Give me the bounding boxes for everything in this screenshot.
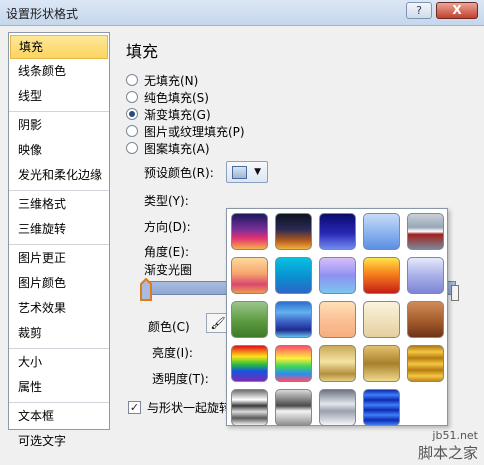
sidebar-group: 填充 线条颜色 线型 bbox=[9, 33, 109, 112]
preset-gradient-swatch[interactable] bbox=[407, 213, 444, 250]
preset-gradient-swatch[interactable] bbox=[319, 257, 356, 294]
preset-gradient-swatch[interactable] bbox=[319, 301, 356, 338]
radio-button[interactable] bbox=[126, 74, 138, 86]
preset-gradient-swatch[interactable] bbox=[231, 389, 268, 426]
sidebar-group: 图片更正 图片颜色 艺术效果 裁剪 bbox=[9, 245, 109, 349]
preset-gradient-swatch[interactable] bbox=[407, 345, 444, 382]
gradient-stops-label: 渐变光圈 bbox=[144, 263, 193, 277]
sidebar-item-picture-corrections[interactable]: 图片更正 bbox=[10, 247, 108, 271]
option-label: 图案填充(A) bbox=[144, 141, 210, 156]
preset-gradient-swatch[interactable] bbox=[319, 389, 356, 426]
radio-button[interactable] bbox=[126, 125, 138, 137]
preset-swatch-icon bbox=[232, 166, 247, 179]
option-label: 纯色填充(S) bbox=[144, 90, 209, 105]
preset-gradient-swatch[interactable] bbox=[363, 213, 400, 250]
sidebar-item-3d-rotation[interactable]: 三维旋转 bbox=[10, 218, 108, 242]
direction-label: 方向(D): bbox=[144, 220, 191, 234]
preset-colors-label: 预设颜色(R): bbox=[144, 166, 214, 180]
sidebar-item-shadow[interactable]: 阴影 bbox=[10, 114, 108, 138]
sidebar-item-text-box[interactable]: 文本框 bbox=[10, 405, 108, 429]
option-gradient-fill[interactable]: 渐变填充(G) bbox=[126, 106, 211, 122]
preset-gradient-swatch[interactable] bbox=[231, 345, 268, 382]
type-label: 类型(Y): bbox=[144, 194, 189, 208]
preset-gradient-swatch[interactable] bbox=[319, 213, 356, 250]
sidebar-item-reflection[interactable]: 映像 bbox=[10, 139, 108, 163]
category-sidebar: 填充 线条颜色 线型 阴影 映像 发光和柔化边缘 三维格式 三维旋转 图片更正 … bbox=[8, 32, 110, 448]
brightness-label: 亮度(I): bbox=[152, 346, 193, 360]
preset-gradient-gallery bbox=[226, 208, 448, 426]
sidebar-group: 大小 属性 bbox=[9, 349, 109, 403]
option-no-fill[interactable]: 无填充(N) bbox=[126, 72, 198, 88]
close-button[interactable]: X bbox=[436, 2, 478, 19]
preset-gradient-swatch[interactable] bbox=[275, 345, 312, 382]
watermark: jb51.net 脚本之家 bbox=[418, 429, 478, 463]
help-button[interactable]: ? bbox=[406, 2, 432, 19]
option-pattern-fill[interactable]: 图案填充(A) bbox=[126, 140, 210, 156]
watermark-site: 脚本之家 bbox=[417, 444, 478, 462]
preset-gradient-swatch[interactable] bbox=[231, 213, 268, 250]
sidebar-item-picture-color[interactable]: 图片颜色 bbox=[10, 272, 108, 296]
gradient-swatch-grid bbox=[231, 213, 444, 426]
sidebar-item-3d-format[interactable]: 三维格式 bbox=[10, 193, 108, 217]
preset-gradient-swatch[interactable] bbox=[363, 345, 400, 382]
preset-gradient-swatch[interactable] bbox=[363, 301, 400, 338]
preset-gradient-swatch[interactable] bbox=[231, 301, 268, 338]
window-title: 设置形状格式 bbox=[6, 7, 79, 21]
sidebar-group: 阴影 映像 发光和柔化边缘 bbox=[9, 112, 109, 191]
option-label: 图片或纹理填充(P) bbox=[144, 124, 245, 139]
option-solid-fill[interactable]: 纯色填充(S) bbox=[126, 89, 209, 105]
preset-gradient-swatch[interactable] bbox=[363, 389, 400, 426]
option-label: 渐变填充(G) bbox=[144, 107, 211, 122]
watermark-url: jb51.net bbox=[432, 429, 478, 442]
sidebar-item-line-color[interactable]: 线条颜色 bbox=[10, 60, 108, 84]
title-bar: 设置形状格式 ? X bbox=[0, 0, 484, 26]
sidebar-group: 文本框 可选文字 bbox=[9, 403, 109, 456]
preset-gradient-swatch[interactable] bbox=[275, 389, 312, 426]
empty-cell bbox=[407, 389, 444, 426]
radio-button-selected[interactable] bbox=[126, 108, 138, 120]
preset-gradient-swatch[interactable] bbox=[275, 257, 312, 294]
sidebar-item-properties[interactable]: 属性 bbox=[10, 376, 108, 400]
dialog-body: 填充 线条颜色 线型 阴影 映像 发光和柔化边缘 三维格式 三维旋转 图片更正 … bbox=[0, 26, 484, 465]
sidebar-item-glow-soft-edges[interactable]: 发光和柔化边缘 bbox=[10, 164, 108, 188]
radio-button[interactable] bbox=[126, 142, 138, 154]
radio-button[interactable] bbox=[126, 91, 138, 103]
sidebar-item-size[interactable]: 大小 bbox=[10, 351, 108, 375]
section-heading: 填充 bbox=[126, 42, 159, 61]
gradient-stop-end[interactable] bbox=[451, 285, 459, 301]
preset-gradient-swatch[interactable] bbox=[275, 213, 312, 250]
angle-label: 角度(E): bbox=[144, 245, 189, 259]
sidebar-group: 三维格式 三维旋转 bbox=[9, 191, 109, 245]
preset-gradient-swatch[interactable] bbox=[407, 301, 444, 338]
preset-gradient-swatch[interactable] bbox=[275, 301, 312, 338]
gradient-stop-handle[interactable] bbox=[140, 278, 152, 302]
transparency-label: 透明度(T): bbox=[152, 372, 209, 386]
preset-gradient-swatch[interactable] bbox=[231, 257, 268, 294]
preset-gradient-swatch[interactable] bbox=[319, 345, 356, 382]
option-picture-texture-fill[interactable]: 图片或纹理填充(P) bbox=[126, 123, 245, 139]
preset-gradient-swatch[interactable] bbox=[407, 257, 444, 294]
chevron-down-icon: ▼ bbox=[254, 167, 261, 177]
checkbox[interactable]: ✓ bbox=[128, 401, 141, 414]
sidebar-item-crop[interactable]: 裁剪 bbox=[10, 322, 108, 346]
sidebar-item-alt-text[interactable]: 可选文字 bbox=[10, 430, 108, 454]
preset-colors-dropdown[interactable]: ▼ bbox=[226, 161, 268, 183]
option-label: 无填充(N) bbox=[144, 73, 199, 88]
color-label: 颜色(C) bbox=[148, 320, 190, 334]
sidebar-item-line-style[interactable]: 线型 bbox=[10, 85, 108, 109]
preset-gradient-swatch[interactable] bbox=[363, 257, 400, 294]
sidebar-item-artistic-effects[interactable]: 艺术效果 bbox=[10, 297, 108, 321]
sidebar-item-fill[interactable]: 填充 bbox=[10, 35, 108, 59]
